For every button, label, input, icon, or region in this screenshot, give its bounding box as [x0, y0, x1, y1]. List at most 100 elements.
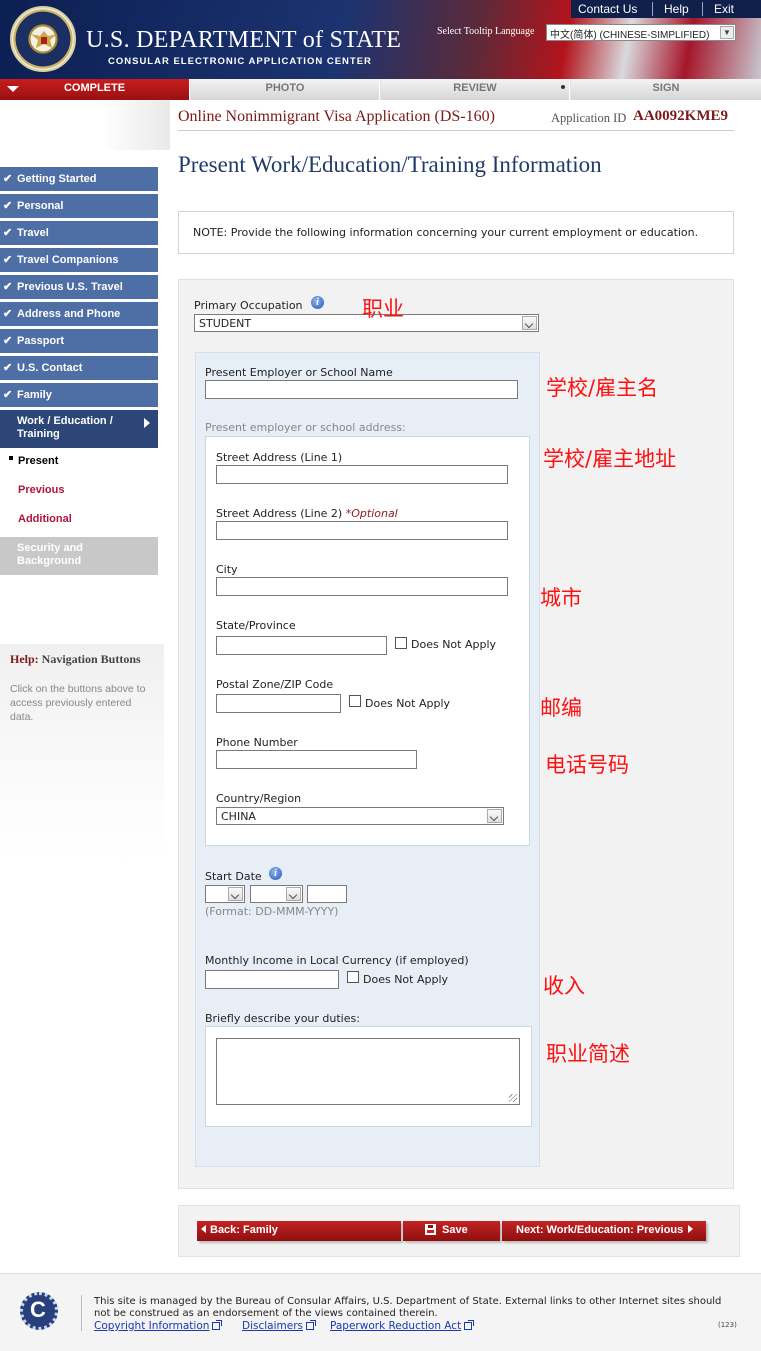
help-title: Help: Navigation Buttons — [10, 652, 141, 667]
employer-name-input[interactable] — [205, 380, 518, 399]
disclaimers-link[interactable]: Disclaimers — [242, 1320, 316, 1332]
sidebar-subitem-present[interactable]: Present — [18, 455, 58, 467]
sidebar-item-work-education-training[interactable]: Work / Education / Training — [0, 410, 158, 448]
footer-disclaimer: This site is managed by the Bureau of Co… — [94, 1296, 722, 1319]
application-title: Online Nonimmigrant Visa Application (DS… — [178, 108, 495, 125]
phone-input[interactable] — [216, 750, 417, 769]
contact-us-link[interactable]: Contact Us — [578, 2, 637, 16]
street1-input[interactable] — [216, 465, 508, 484]
progress-tabs: COMPLETE PHOTO REVIEW SIGN — [0, 79, 761, 100]
sidebar-item-address-and-phone[interactable]: ✔ Address and Phone — [0, 302, 158, 327]
street1-label: Street Address (Line 1) — [216, 451, 343, 464]
exit-link[interactable]: Exit — [714, 2, 734, 16]
check-icon: ✔ — [3, 254, 13, 266]
separator — [702, 2, 703, 16]
department-title: U.S. DEPARTMENT of STATE — [86, 27, 402, 53]
employer-name-label: Present Employer or School Name — [205, 366, 393, 379]
chevron-down-icon: ▼ — [720, 26, 734, 39]
sidebar-item-label: Work / Education / Training — [17, 415, 113, 440]
copyright-link[interactable]: Copyright Information — [94, 1320, 223, 1332]
check-icon: ✔ — [3, 308, 13, 320]
chevron-down-icon — [286, 887, 301, 901]
separator — [652, 2, 653, 16]
tab-label: SIGN — [652, 82, 680, 94]
tab-label: COMPLETE — [63, 82, 126, 94]
duties-textarea[interactable] — [216, 1038, 520, 1105]
chevron-down-icon — [487, 809, 502, 823]
chevron-down-icon — [228, 887, 243, 901]
arrow-left-icon — [201, 1225, 206, 1233]
check-icon: ✔ — [3, 362, 13, 374]
duties-label: Briefly describe your duties: — [205, 1012, 360, 1025]
next-button[interactable]: Next: Work/Education: Previous — [502, 1221, 706, 1241]
postal-label: Postal Zone/ZIP Code — [216, 678, 334, 691]
help-title-text: Navigation Buttons — [41, 652, 141, 666]
help-text: Click on the buttons above to access pre… — [10, 683, 146, 723]
start-month-select[interactable] — [250, 885, 303, 903]
sidebar-item-family[interactable]: ✔ Family — [0, 383, 158, 408]
start-day-select[interactable] — [205, 885, 245, 903]
caret-down-icon — [7, 86, 19, 92]
state-does-not-apply-label: Does Not Apply — [411, 638, 497, 651]
check-icon: ✔ — [3, 281, 13, 293]
income-input[interactable] — [205, 970, 339, 989]
back-button-label: Back: Family — [210, 1224, 278, 1236]
annotation-city: 城市 — [540, 586, 582, 610]
start-year-input[interactable] — [307, 885, 347, 903]
country-value: CHINA — [221, 810, 256, 823]
sidebar-subitem-additional[interactable]: Additional — [18, 513, 72, 525]
street2-input[interactable] — [216, 521, 508, 540]
tab-review[interactable]: REVIEW — [381, 79, 570, 100]
annotation-income: 收入 — [543, 974, 585, 998]
primary-occupation-label: Primary Occupation — [194, 299, 303, 312]
info-icon[interactable]: i — [311, 296, 324, 309]
postal-does-not-apply-label: Does Not Apply — [365, 697, 451, 710]
arrow-right-icon — [144, 418, 150, 428]
application-id-value: AA0092KME9 — [633, 108, 728, 124]
state-label: State/Province — [216, 619, 296, 632]
info-icon[interactable]: i — [269, 867, 282, 880]
footer-code: (123) — [718, 1321, 737, 1329]
link-label: Disclaimers — [242, 1320, 303, 1332]
sidebar-item-travel[interactable]: ✔ Travel — [0, 221, 158, 246]
city-label: City — [216, 563, 238, 576]
country-select[interactable]: CHINA — [216, 807, 504, 825]
current-bullet-icon — [9, 456, 13, 460]
resize-grip-icon[interactable] — [509, 1094, 517, 1102]
sidebar-item-us-contact[interactable]: ✔ U.S. Contact — [0, 356, 158, 381]
sidebar-item-passport[interactable]: ✔ Passport — [0, 329, 158, 354]
income-does-not-apply-checkbox[interactable] — [347, 971, 359, 983]
check-icon: ✔ — [3, 227, 13, 239]
note-text: NOTE: Provide the following information … — [193, 226, 699, 239]
sidebar-subitem-previous[interactable]: Previous — [18, 484, 64, 496]
save-button[interactable]: Save — [403, 1221, 500, 1241]
tab-sign[interactable]: SIGN — [571, 79, 761, 100]
postal-input[interactable] — [216, 694, 341, 713]
sidebar-item-label: Previous U.S. Travel — [17, 281, 123, 293]
floppy-disk-icon — [425, 1224, 436, 1235]
help-link[interactable]: Help — [664, 2, 689, 16]
sidebar-item-previous-us-travel[interactable]: ✔ Previous U.S. Travel — [0, 275, 158, 300]
tab-complete[interactable]: COMPLETE — [0, 79, 190, 100]
back-button[interactable]: Back: Family — [197, 1221, 401, 1241]
chevron-down-icon — [522, 316, 537, 330]
sidebar-item-travel-companions[interactable]: ✔ Travel Companions — [0, 248, 158, 273]
primary-occupation-value: STUDENT — [199, 317, 252, 330]
sidebar-item-getting-started[interactable]: ✔ Getting Started — [0, 167, 158, 192]
annotation-duties: 职业简述 — [546, 1042, 630, 1066]
sidebar-item-personal[interactable]: ✔ Personal — [0, 194, 158, 219]
help-panel — [0, 644, 164, 864]
optional-tag: *Optional — [345, 507, 398, 520]
city-input[interactable] — [216, 577, 508, 596]
tooltip-language-select[interactable]: 中文(简体) (CHINESE-SIMPLIFIED) ▼ — [546, 24, 736, 41]
tab-photo[interactable]: PHOTO — [191, 79, 380, 100]
annotation-occupation: 职业 — [362, 297, 404, 321]
state-does-not-apply-checkbox[interactable] — [395, 637, 407, 649]
external-link-icon — [212, 1320, 223, 1330]
income-does-not-apply-label: Does Not Apply — [363, 973, 449, 986]
annotation-phone: 电话号码 — [545, 753, 629, 777]
postal-does-not-apply-checkbox[interactable] — [349, 695, 361, 707]
state-input[interactable] — [216, 636, 387, 655]
paperwork-reduction-link[interactable]: Paperwork Reduction Act — [330, 1320, 475, 1332]
divider — [81, 1295, 82, 1331]
